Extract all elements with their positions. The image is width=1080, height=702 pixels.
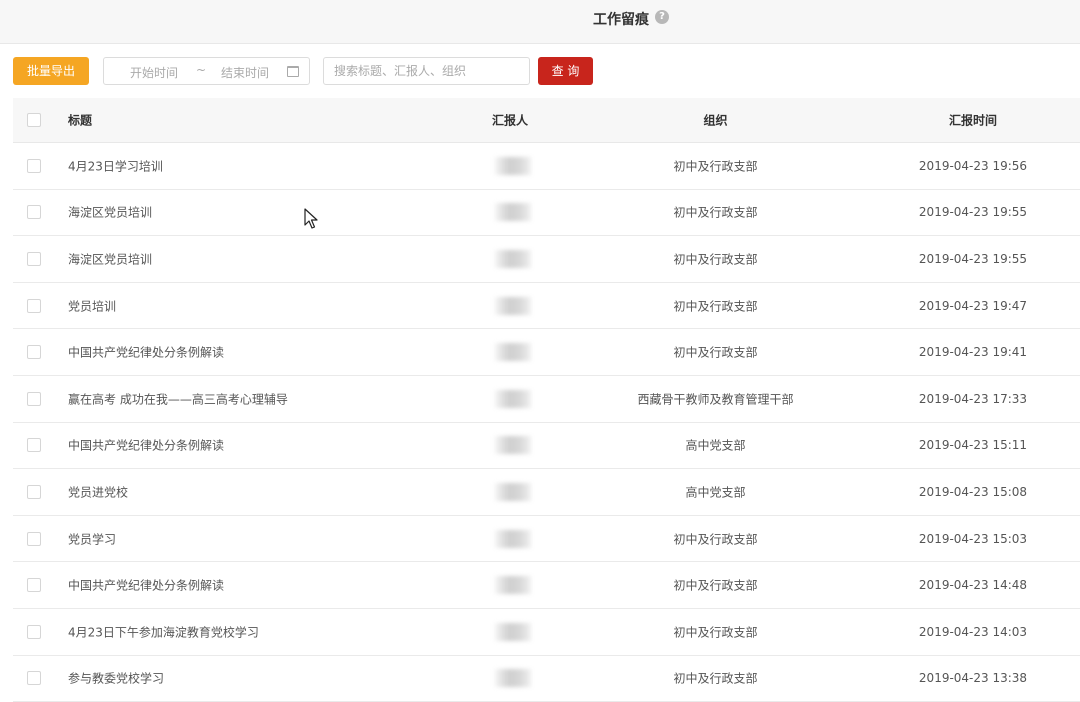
table-row[interactable]: 4月23日下午参加海淀教育党校学习 初中及行政支部 2019-04-23 14:03	[13, 609, 1080, 656]
table-row[interactable]: 党员学习 初中及行政支部 2019-04-23 15:03	[13, 516, 1080, 563]
row-title[interactable]: 4月23日下午参加海淀教育党校学习	[68, 623, 259, 640]
reporter-redacted	[495, 203, 531, 222]
mouse-cursor-icon	[304, 208, 318, 229]
table-row[interactable]: 海淀区党员培训 初中及行政支部 2019-04-23 19:55	[13, 236, 1080, 283]
row-checkbox[interactable]	[27, 298, 41, 313]
row-org: 初中及行政支部	[673, 532, 758, 547]
row-title[interactable]: 赢在高考 成功在我——高三高考心理辅导	[68, 390, 288, 407]
table-row[interactable]: 赢在高考 成功在我——高三高考心理辅导 西藏骨干教师及教育管理干部 2019-04-…	[13, 376, 1080, 423]
row-org: 初中及行政支部	[673, 345, 758, 360]
row-org: 初中及行政支部	[673, 671, 758, 686]
row-time: 2019-04-23 17:33	[918, 391, 1028, 406]
page-header: 工作留痕 ?	[0, 0, 1080, 44]
row-title[interactable]: 海淀区党员培训	[68, 204, 152, 221]
row-time: 2019-04-23 14:03	[918, 624, 1028, 639]
reporter-redacted	[495, 529, 531, 548]
reporter-redacted	[495, 296, 531, 315]
row-org: 初中及行政支部	[673, 205, 758, 220]
table-body: 4月23日学习培训 初中及行政支部 2019-04-23 19:56 海淀区党员培训初…	[13, 143, 1080, 702]
table-row[interactable]: 中国共产党纪律处分条例解读 高中党支部 2019-04-23 15:11	[13, 423, 1080, 470]
row-checkbox[interactable]	[27, 484, 41, 499]
row-time: 2019-04-23 19:55	[918, 205, 1028, 220]
table-header: 标题 汇报人 组织 汇报时间	[13, 98, 1080, 143]
row-title[interactable]: 参与教委党校学习	[68, 670, 164, 687]
row-time: 2019-04-23 19:55	[918, 251, 1028, 266]
table-row[interactable]: 4月23日学习培训 初中及行政支部 2019-04-23 19:56	[13, 143, 1080, 190]
row-title[interactable]: 中国共产党纪律处分条例解读	[68, 344, 224, 361]
report-table: 标题 汇报人 组织 汇报时间 4月23日学习培训 初中及行政支部 2019-04-2…	[13, 98, 1080, 702]
row-org: 初中及行政支部	[673, 578, 758, 593]
reporter-redacted	[495, 249, 531, 268]
row-checkbox[interactable]	[27, 578, 41, 593]
row-time: 2019-04-23 13:38	[918, 671, 1028, 686]
start-date-field[interactable]: 开始时间	[130, 64, 178, 81]
row-org: 初中及行政支部	[673, 299, 758, 314]
date-separator: ~	[196, 63, 207, 77]
row-checkbox[interactable]	[27, 438, 41, 453]
row-title[interactable]: 中国共产党纪律处分条例解读	[68, 437, 224, 454]
select-all-checkbox[interactable]	[27, 113, 41, 127]
table-row[interactable]: 海淀区党员培训 初中及行政支部 2019-04-23 19:55	[13, 190, 1080, 237]
page-title: 工作留痕	[593, 12, 649, 28]
row-org: 西藏骨干教师及教育管理干部	[637, 392, 794, 407]
row-checkbox[interactable]	[27, 158, 41, 173]
column-header-org: 组织	[703, 113, 728, 128]
row-time: 2019-04-23 19:47	[918, 298, 1028, 313]
reporter-redacted	[495, 436, 531, 455]
reporter-redacted	[495, 482, 531, 501]
query-button[interactable]: 查 询	[538, 57, 593, 85]
row-time: 2019-04-23 15:03	[918, 531, 1028, 546]
row-time: 2019-04-23 19:41	[918, 345, 1028, 360]
calendar-icon[interactable]	[287, 66, 299, 77]
column-header-title: 标题	[68, 113, 93, 128]
reporter-redacted	[495, 576, 531, 595]
row-org: 初中及行政支部	[673, 252, 758, 267]
table-row[interactable]: 中国共产党纪律处分条例解读 初中及行政支部 2019-04-23 19:41	[13, 329, 1080, 376]
row-org: 初中及行政支部	[673, 625, 758, 640]
row-checkbox[interactable]	[27, 205, 41, 220]
row-title[interactable]: 党员学习	[68, 530, 116, 547]
row-title[interactable]: 党员进党校	[68, 483, 128, 500]
reporter-redacted	[495, 343, 531, 362]
batch-export-button[interactable]: 批量导出	[13, 57, 89, 85]
row-title[interactable]: 党员培训	[68, 297, 116, 314]
row-checkbox[interactable]	[27, 251, 41, 266]
reporter-redacted	[495, 669, 531, 688]
row-title[interactable]: 海淀区党员培训	[68, 250, 152, 267]
row-checkbox[interactable]	[27, 671, 41, 686]
row-time: 2019-04-23 19:56	[918, 158, 1028, 173]
reporter-redacted	[495, 622, 531, 641]
row-checkbox[interactable]	[27, 624, 41, 639]
row-checkbox[interactable]	[27, 531, 41, 546]
help-icon[interactable]: ?	[655, 10, 669, 24]
table-row[interactable]: 参与教委党校学习 初中及行政支部 2019-04-23 13:38	[13, 656, 1080, 702]
table-row[interactable]: 中国共产党纪律处分条例解读 初中及行政支部 2019-04-23 14:48	[13, 562, 1080, 609]
reporter-redacted	[495, 389, 531, 408]
date-range-picker[interactable]: 开始时间 ~ 结束时间	[103, 57, 310, 85]
row-org: 高中党支部	[685, 438, 746, 453]
reporter-redacted	[495, 156, 531, 175]
row-time: 2019-04-23 14:48	[918, 578, 1028, 593]
row-org: 高中党支部	[685, 485, 746, 500]
row-checkbox[interactable]	[27, 391, 41, 406]
row-org: 初中及行政支部	[673, 159, 758, 174]
column-header-reporter: 汇报人	[491, 113, 528, 128]
row-title[interactable]: 4月23日学习培训	[68, 157, 163, 174]
table-row[interactable]: 党员进党校 高中党支部 2019-04-23 15:08	[13, 469, 1080, 516]
row-time: 2019-04-23 15:11	[918, 438, 1028, 453]
row-checkbox[interactable]	[27, 345, 41, 360]
row-title[interactable]: 中国共产党纪律处分条例解读	[68, 577, 224, 594]
row-time: 2019-04-23 15:08	[918, 484, 1028, 499]
search-input[interactable]	[323, 57, 530, 85]
table-row[interactable]: 党员培训 初中及行政支部 2019-04-23 19:47	[13, 283, 1080, 330]
end-date-field[interactable]: 结束时间	[221, 64, 269, 81]
column-header-time: 汇报时间	[948, 113, 997, 128]
